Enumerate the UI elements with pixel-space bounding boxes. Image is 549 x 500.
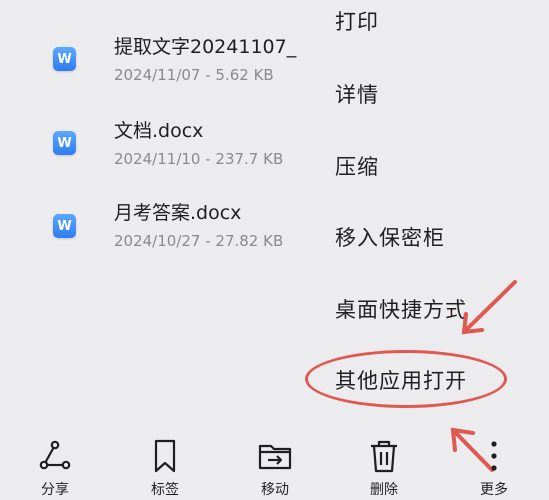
- share-button[interactable]: 分享: [20, 430, 90, 500]
- delete-button[interactable]: 删除: [349, 430, 419, 500]
- word-doc-icon: W: [53, 131, 76, 155]
- more-vertical-icon: [491, 441, 497, 471]
- bookmark-icon: [154, 439, 176, 473]
- menu-item-print[interactable]: 打印: [335, 6, 379, 36]
- menu-item-compress[interactable]: 压缩: [335, 151, 379, 181]
- more-button[interactable]: 更多: [459, 430, 529, 500]
- bottom-toolbar: 分享 标签 移动 删除 更多: [0, 430, 549, 500]
- more-label: 更多: [480, 482, 508, 498]
- menu-item-details[interactable]: 详情: [335, 79, 379, 109]
- menu-item-move-to-safe[interactable]: 移入保密柜: [335, 222, 445, 252]
- share-icon: [39, 440, 71, 470]
- file-name: 文档.docx: [114, 120, 204, 142]
- tag-label: 标签: [151, 482, 179, 498]
- file-name: 月考答案.docx: [114, 202, 242, 224]
- menu-item-desktop-shortcut[interactable]: 桌面快捷方式: [335, 294, 467, 324]
- file-name: 提取文字20241107_: [114, 36, 297, 58]
- file-item[interactable]: W 提取文字20241107_ 2024/11/07 - 5.62 KB: [0, 20, 320, 90]
- delete-label: 删除: [370, 482, 398, 498]
- file-meta: 2024/11/10 - 237.7 KB: [114, 150, 284, 168]
- tag-button[interactable]: 标签: [130, 430, 200, 500]
- word-doc-icon: W: [53, 214, 76, 238]
- file-meta: 2024/10/27 - 27.82 KB: [114, 232, 284, 250]
- move-label: 移动: [261, 482, 289, 498]
- word-doc-icon: W: [53, 47, 76, 71]
- share-label: 分享: [41, 482, 69, 498]
- menu-item-open-with-other-app[interactable]: 其他应用打开: [335, 365, 467, 395]
- move-button[interactable]: 移动: [240, 430, 310, 500]
- trash-icon: [371, 440, 397, 473]
- file-item[interactable]: W 月考答案.docx 2024/10/27 - 27.82 KB: [0, 192, 320, 262]
- file-meta: 2024/11/07 - 5.62 KB: [114, 66, 274, 84]
- move-folder-icon: [258, 444, 292, 470]
- file-item[interactable]: W 文档.docx 2024/11/10 - 237.7 KB: [0, 108, 320, 178]
